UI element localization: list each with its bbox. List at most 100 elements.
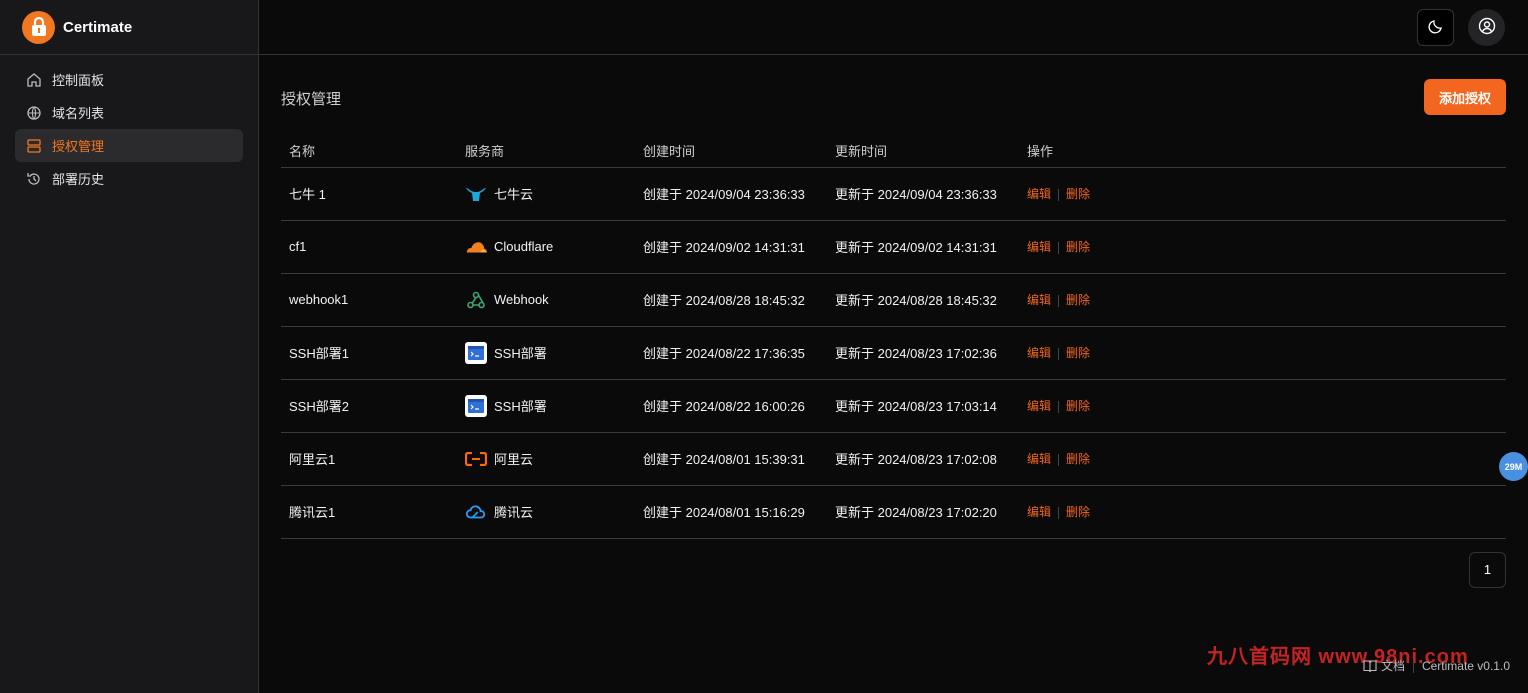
edit-link[interactable]: 编辑 [1027,346,1051,360]
footer: 文档 Certimate v0.1.0 [1363,657,1510,674]
user-menu-button[interactable] [1468,9,1505,46]
provider-label: Cloudflare [494,239,554,254]
cell-updated: 更新于 2024/09/02 14:31:31 [827,220,1019,274]
cell-updated: 更新于 2024/09/04 23:36:33 [827,167,1019,221]
table-row: webhook1 Webhook 创建于 2024/08/28 18:45:32… [281,273,1506,327]
edit-link[interactable]: 编辑 [1027,187,1051,201]
delete-link[interactable]: 删除 [1066,346,1090,360]
delete-link[interactable]: 删除 [1066,293,1090,307]
main-content: 授权管理 添加授权 名称 服务商 创建时间 更新时间 操作 七牛 1 七牛云 创… [281,55,1506,609]
access-table: 名称 服务商 创建时间 更新时间 操作 七牛 1 七牛云 创建于 2024/09… [281,135,1506,539]
table-row: 七牛 1 七牛云 创建于 2024/09/04 23:36:33 更新于 202… [281,167,1506,221]
sidebar-item-label: 域名列表 [52,106,105,121]
cloudflare-icon [465,236,487,258]
server-icon [26,138,42,154]
cell-created: 创建于 2024/08/01 15:16:29 [635,485,827,539]
action-divider [1058,400,1060,413]
add-access-button[interactable]: 添加授权 [1424,79,1506,115]
sidebar-item-dashboard[interactable]: 控制面板 [15,63,243,96]
sidebar-nav: 控制面板 域名列表 授权管理 部署历史 [0,55,258,203]
delete-link[interactable]: 删除 [1066,399,1090,413]
cell-created: 创建于 2024/08/22 16:00:26 [635,379,827,433]
provider-label: SSH部署 [494,346,547,361]
table-header-row: 名称 服务商 创建时间 更新时间 操作 [281,135,1506,168]
action-divider [1058,188,1060,201]
cell-updated: 更新于 2024/08/23 17:03:14 [827,379,1019,433]
edit-link[interactable]: 编辑 [1027,240,1051,254]
delete-link[interactable]: 删除 [1066,187,1090,201]
provider-label: 腾讯云 [494,505,534,520]
provider-label: Webhook [494,292,549,307]
sidebar-item-label: 授权管理 [52,139,105,154]
cell-name: webhook1 [281,273,457,327]
user-circle-icon [1478,17,1496,38]
sidebar-item-access[interactable]: 授权管理 [15,129,243,162]
qiniu-icon [465,183,487,205]
provider-label: SSH部署 [494,399,547,414]
edit-link[interactable]: 编辑 [1027,399,1051,413]
brand-name: Certimate [63,18,133,36]
cell-provider: 阿里云 [457,432,635,486]
cell-provider: SSH部署 [457,326,635,380]
cell-provider: SSH部署 [457,379,635,433]
theme-toggle-button[interactable] [1417,9,1454,46]
delete-link[interactable]: 删除 [1066,240,1090,254]
sidebar: Certimate 控制面板 域名列表 授权管理 部署历史 [0,0,259,693]
brand[interactable]: Certimate [0,0,258,55]
page-header: 授权管理 添加授权 [281,55,1506,135]
docs-label: 文档 [1380,659,1405,673]
cell-created: 创建于 2024/09/04 23:36:33 [635,167,827,221]
ssh-icon [465,394,487,417]
action-divider [1058,453,1060,466]
version-label: Certimate v0.1.0 [1421,658,1510,673]
cell-actions: 编辑 删除 [1019,273,1506,327]
cell-updated: 更新于 2024/08/23 17:02:20 [827,485,1019,539]
float-badge[interactable]: 29M [1499,452,1528,481]
history-icon [26,171,42,187]
provider-label: 七牛云 [494,187,534,202]
delete-link[interactable]: 删除 [1066,452,1090,466]
cell-actions: 编辑 删除 [1019,379,1506,433]
sidebar-item-history[interactable]: 部署历史 [15,162,243,195]
edit-link[interactable]: 编辑 [1027,293,1051,307]
cell-name: 阿里云1 [281,432,457,486]
aliyun-icon [465,448,487,470]
page-button-1[interactable]: 1 [1469,551,1506,588]
delete-link[interactable]: 删除 [1066,505,1090,519]
book-icon [1363,659,1377,673]
webhook-icon [465,289,487,311]
cell-provider: 腾讯云 [457,485,635,539]
action-divider [1058,506,1060,519]
pagination: 1 [281,539,1506,609]
tencent-cloud-icon [465,501,487,523]
table-row: 阿里云1 阿里云 创建于 2024/08/01 15:39:31 更新于 202… [281,432,1506,486]
sidebar-item-domains[interactable]: 域名列表 [15,96,243,129]
footer-divider [1412,658,1414,673]
table-row: SSH部署2 SSH部署 创建于 2024/08/22 16:00:26 更新于… [281,379,1506,433]
home-icon [26,72,42,88]
action-divider [1058,294,1060,307]
column-header-provider: 服务商 [457,135,635,168]
cell-created: 创建于 2024/09/02 14:31:31 [635,220,827,274]
lock-logo-icon [22,10,55,44]
column-header-created: 创建时间 [635,135,827,168]
cell-created: 创建于 2024/08/22 17:36:35 [635,326,827,380]
cell-provider: Cloudflare [457,220,635,274]
moon-icon [1427,18,1444,37]
action-divider [1058,347,1060,360]
cell-name: SSH部署2 [281,379,457,433]
cell-actions: 编辑 删除 [1019,485,1506,539]
edit-link[interactable]: 编辑 [1027,452,1051,466]
top-bar [259,0,1528,55]
cell-name: 七牛 1 [281,167,457,221]
docs-link[interactable]: 文档 [1363,657,1405,674]
column-header-actions: 操作 [1019,135,1506,168]
provider-label: 阿里云 [494,452,534,467]
cell-provider: Webhook [457,273,635,327]
cell-actions: 编辑 删除 [1019,220,1506,274]
sidebar-item-label: 部署历史 [52,172,105,187]
cell-provider: 七牛云 [457,167,635,221]
column-header-name: 名称 [281,135,457,168]
edit-link[interactable]: 编辑 [1027,505,1051,519]
sidebar-item-label: 控制面板 [52,73,105,88]
